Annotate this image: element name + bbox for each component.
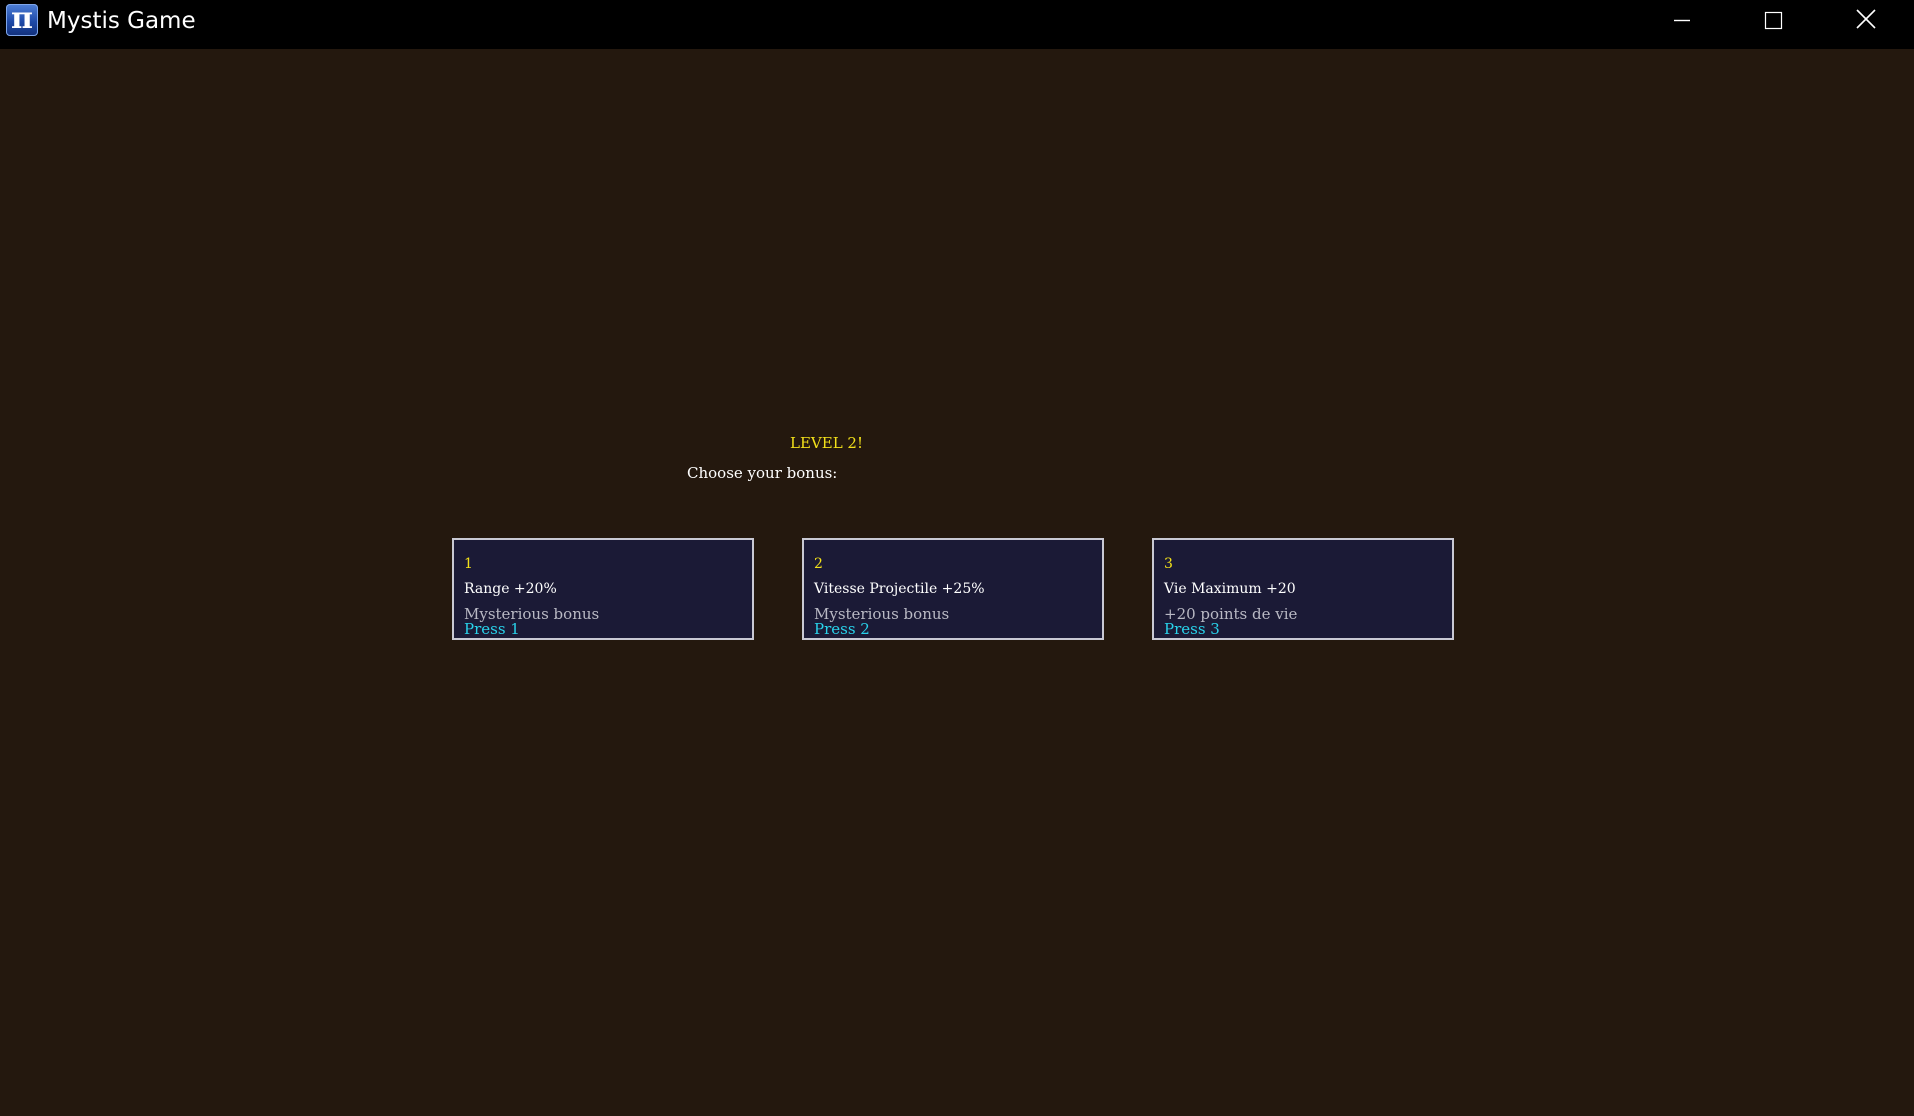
minimize-icon	[1674, 19, 1690, 22]
bonus-option-number: 3	[1164, 556, 1173, 572]
bonus-option-number: 1	[464, 556, 473, 572]
bonus-option-key-hint: Press 2	[814, 620, 870, 638]
title-bar[interactable]: π Mystis Game	[0, 0, 1914, 49]
close-icon	[1856, 9, 1876, 29]
bonus-option-name: Vitesse Projectile +25%	[814, 581, 985, 597]
bonus-option-number: 2	[814, 556, 823, 572]
app-pi-icon: π	[6, 4, 38, 36]
bonus-option-key-hint: Press 1	[464, 620, 520, 638]
bonus-option-name: Vie Maximum +20	[1164, 581, 1296, 597]
bonus-option-2[interactable]: 2 Vitesse Projectile +25% Mysterious bon…	[802, 538, 1104, 640]
close-button[interactable]	[1820, 0, 1912, 40]
maximize-icon	[1764, 11, 1783, 30]
game-window: π Mystis Game LEVEL 2! Choose your bonus…	[0, 0, 1914, 1116]
window-title: Mystis Game	[47, 8, 196, 34]
bonus-prompt: Choose your bonus:	[687, 464, 838, 482]
minimize-button[interactable]	[1636, 0, 1728, 40]
maximize-button[interactable]	[1727, 0, 1819, 40]
bonus-option-name: Range +20%	[464, 581, 557, 597]
bonus-option-1[interactable]: 1 Range +20% Mysterious bonus Press 1	[452, 538, 754, 640]
bonus-option-key-hint: Press 3	[1164, 620, 1220, 638]
level-up-title: LEVEL 2!	[790, 434, 863, 452]
bonus-option-3[interactable]: 3 Vie Maximum +20 +20 points de vie Pres…	[1152, 538, 1454, 640]
game-canvas[interactable]: LEVEL 2! Choose your bonus: 1 Range +20%…	[0, 49, 1914, 1116]
